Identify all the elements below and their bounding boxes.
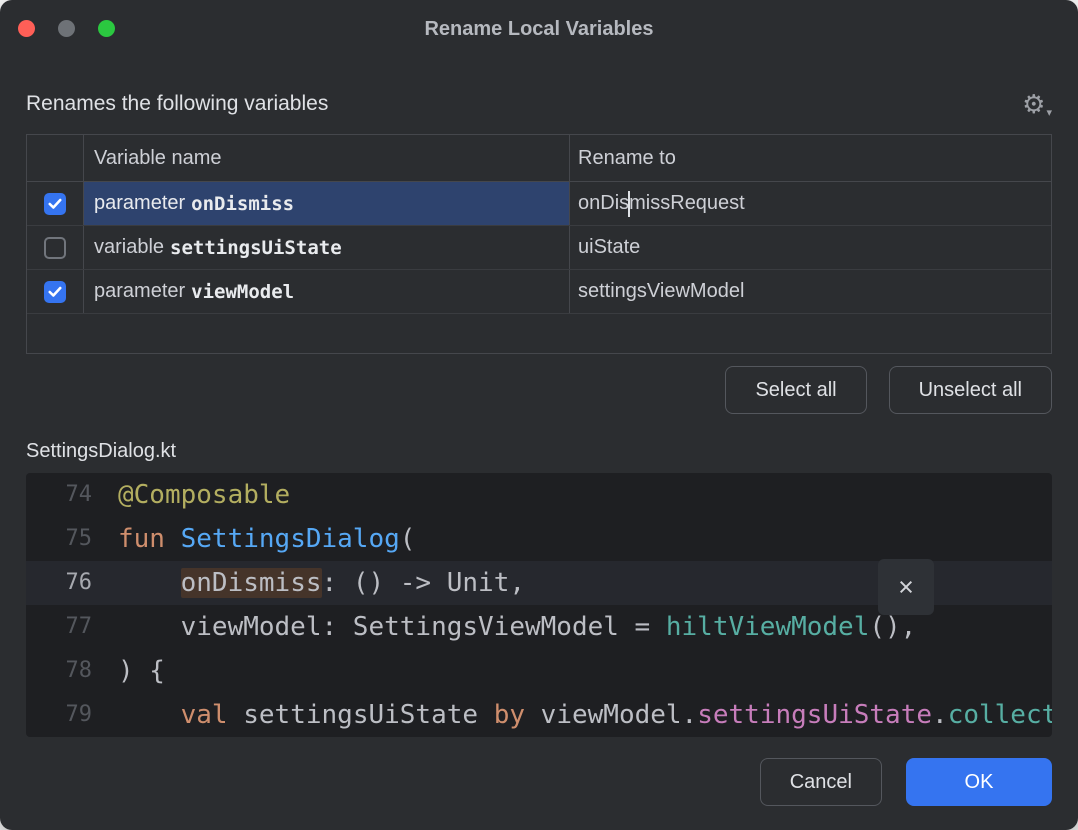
variable-kind-label: parameter (94, 192, 185, 215)
checkbox-checked[interactable] (44, 193, 66, 215)
variable-name-column-header[interactable]: Variable name (84, 135, 570, 181)
code-line: 74@Composable (26, 473, 1052, 517)
settings-gear-button[interactable]: ⚙ ▾ (1022, 91, 1052, 117)
code-line: 79 val settingsUiState by viewModel.sett… (26, 693, 1052, 737)
variable-kind-label: parameter (94, 280, 185, 303)
gear-icon: ⚙ (1022, 91, 1045, 117)
line-number: 76 (26, 561, 118, 605)
line-number: 79 (26, 693, 118, 737)
dialog-footer: Cancel OK (26, 758, 1052, 806)
variable-name-cell[interactable]: parameter onDismiss (84, 182, 570, 225)
variable-name-label: onDismiss (191, 193, 294, 215)
rename-to-cell[interactable]: onDismissRequest (570, 182, 1051, 225)
rename-local-variables-dialog: Rename Local Variables Renames the follo… (0, 0, 1078, 830)
checkmark-icon (48, 198, 62, 210)
rename-to-column-header[interactable]: Rename to (570, 135, 1051, 181)
line-number: 78 (26, 649, 118, 693)
code-text: val settingsUiState by viewModel.setting… (118, 693, 1052, 737)
code-text: fun SettingsDialog( (118, 517, 1052, 561)
table-header-row: Variable name Rename to (27, 135, 1051, 182)
select-all-button[interactable]: Select all (725, 366, 866, 414)
code-line: 75fun SettingsDialog( (26, 517, 1052, 561)
code-text: ) { (118, 649, 1052, 693)
checkbox-column-header (27, 135, 84, 181)
code-text: @Composable (118, 473, 1052, 517)
rename-to-cell[interactable]: uiState (570, 226, 1051, 269)
line-number: 74 (26, 473, 118, 517)
variable-name-label: viewModel (191, 281, 294, 303)
rename-to-cell[interactable]: settingsViewModel (570, 270, 1051, 313)
table-row[interactable]: parameter viewModel settingsViewModel (27, 270, 1051, 314)
preview-file-label: SettingsDialog.kt (26, 440, 1052, 463)
close-preview-button[interactable]: × (878, 559, 934, 615)
cancel-button[interactable]: Cancel (760, 758, 882, 806)
variable-name-cell[interactable]: variable settingsUiState (84, 226, 570, 269)
checkmark-icon (48, 286, 62, 298)
line-number: 77 (26, 605, 118, 649)
unselect-all-button[interactable]: Unselect all (889, 366, 1052, 414)
header-label: Renames the following variables (26, 92, 328, 116)
dialog-content: Renames the following variables ⚙ ▾ Vari… (0, 88, 1078, 806)
chevron-down-icon: ▾ (1046, 108, 1052, 119)
table-row[interactable]: variable settingsUiState uiState (27, 226, 1051, 270)
close-icon: × (898, 572, 914, 603)
window-title: Rename Local Variables (0, 0, 1078, 56)
variable-name-cell[interactable]: parameter viewModel (84, 270, 570, 313)
row-checkbox-cell (27, 182, 84, 225)
variables-table: Variable name Rename to parameter onDismi… (26, 134, 1052, 354)
checkbox-unchecked[interactable] (44, 237, 66, 259)
row-checkbox-cell (27, 226, 84, 269)
code-preview-editor: 74@Composable75fun SettingsDialog(76 onD… (26, 473, 1052, 737)
header-row: Renames the following variables ⚙ ▾ (26, 88, 1052, 120)
checkbox-checked[interactable] (44, 281, 66, 303)
variable-kind-label: variable (94, 236, 164, 259)
titlebar: Rename Local Variables (0, 0, 1078, 56)
code-line: 78) { (26, 649, 1052, 693)
row-checkbox-cell (27, 270, 84, 313)
table-body: parameteronDismissonDismissRequestvariab… (27, 182, 1051, 314)
ok-button[interactable]: OK (906, 758, 1052, 806)
table-row[interactable]: parameter onDismiss onDismissRequest (27, 182, 1051, 226)
variable-name-label: settingsUiState (170, 237, 342, 259)
line-number: 75 (26, 517, 118, 561)
selection-actions: Select all Unselect all (26, 366, 1052, 414)
